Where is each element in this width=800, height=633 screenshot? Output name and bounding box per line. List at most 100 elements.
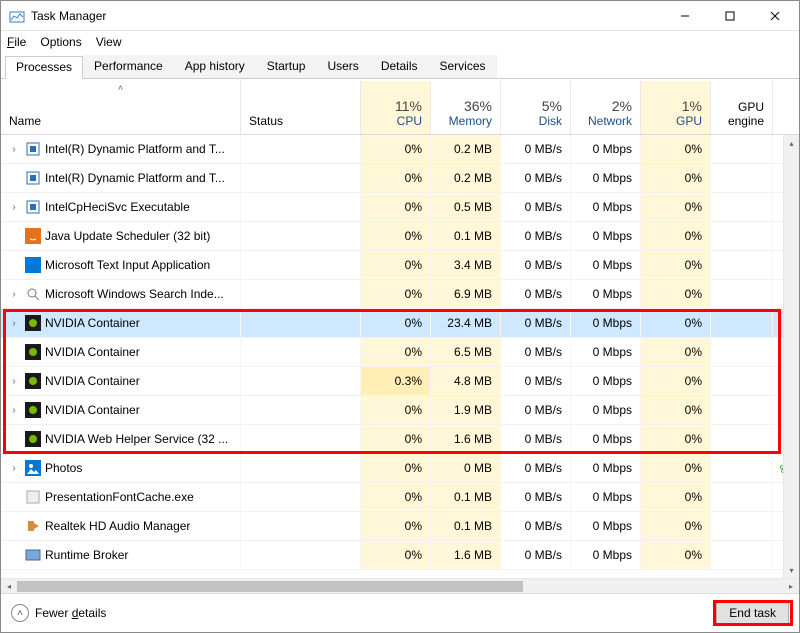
tab-details[interactable]: Details: [370, 55, 429, 78]
table-row[interactable]: Microsoft Text Input Application0%3.4 MB…: [1, 251, 799, 280]
process-name: Realtek HD Audio Manager: [45, 519, 240, 533]
process-name: PresentationFontCache.exe: [45, 490, 240, 504]
cpu-cell: 0%: [361, 512, 431, 540]
nvidia-icon: [25, 402, 41, 418]
table-row[interactable]: Runtime Broker0%1.6 MB0 MB/s0 Mbps0%: [1, 541, 799, 570]
process-name: Photos: [45, 461, 240, 475]
table-row[interactable]: PresentationFontCache.exe0%0.1 MB0 MB/s0…: [1, 483, 799, 512]
network-cell: 0 Mbps: [571, 425, 641, 453]
memory-cell: 1.6 MB: [431, 425, 501, 453]
photos-icon: [25, 460, 41, 476]
expand-icon[interactable]: ›: [7, 202, 21, 213]
close-button[interactable]: [752, 2, 797, 30]
gpu-engine-cell: [711, 135, 773, 163]
gpu-engine-cell: [711, 164, 773, 192]
status-cell: [241, 338, 361, 366]
network-cell: 0 Mbps: [571, 164, 641, 192]
process-name: NVIDIA Web Helper Service (32 ...: [45, 432, 240, 446]
expand-icon[interactable]: ›: [7, 144, 21, 155]
cpu-cell: 0%: [361, 425, 431, 453]
gpu-cell: 0%: [641, 135, 711, 163]
col-gpu-engine[interactable]: GPU engine: [711, 81, 773, 134]
memory-cell: 1.9 MB: [431, 396, 501, 424]
table-row[interactable]: ›Photos❀0%0 MB0 MB/s0 Mbps0%: [1, 454, 799, 483]
gpu-cell: 0%: [641, 251, 711, 279]
gpu-cell: 0%: [641, 222, 711, 250]
gpu-cell: 0%: [641, 280, 711, 308]
tab-performance[interactable]: Performance: [83, 55, 174, 78]
tab-services[interactable]: Services: [429, 55, 497, 78]
gpu-engine-cell: [711, 222, 773, 250]
table-row[interactable]: ›IntelCpHeciSvc Executable0%0.5 MB0 MB/s…: [1, 193, 799, 222]
cpu-cell: 0%: [361, 541, 431, 569]
col-status[interactable]: Status: [241, 81, 361, 134]
vertical-scrollbar[interactable]: ▴▾: [783, 135, 799, 578]
memory-cell: 1.6 MB: [431, 541, 501, 569]
table-row[interactable]: ›Intel(R) Dynamic Platform and T...0%0.2…: [1, 135, 799, 164]
table-row[interactable]: Java Update Scheduler (32 bit)0%0.1 MB0 …: [1, 222, 799, 251]
network-cell: 0 Mbps: [571, 280, 641, 308]
col-disk[interactable]: 5%Disk: [501, 81, 571, 134]
tab-users[interactable]: Users: [316, 55, 369, 78]
network-cell: 0 Mbps: [571, 512, 641, 540]
disk-cell: 0 MB/s: [501, 483, 571, 511]
table-row[interactable]: ›Microsoft Windows Search Inde...0%6.9 M…: [1, 280, 799, 309]
process-grid: ˄ Name Status 11%CPU 36%Memory 5%Disk 2%…: [1, 81, 799, 593]
gpu-cell: 0%: [641, 541, 711, 569]
memory-cell: 4.8 MB: [431, 367, 501, 395]
status-cell: [241, 135, 361, 163]
expand-icon[interactable]: ›: [7, 289, 21, 300]
cpu-cell: 0%: [361, 396, 431, 424]
disk-cell: 0 MB/s: [501, 367, 571, 395]
memory-cell: 0.1 MB: [431, 222, 501, 250]
cpu-cell: 0.3%: [361, 367, 431, 395]
network-cell: 0 Mbps: [571, 135, 641, 163]
status-cell: [241, 367, 361, 395]
menu-view[interactable]: View: [96, 35, 122, 49]
table-row[interactable]: ›NVIDIA Container0%23.4 MB0 MB/s0 Mbps0%: [1, 309, 799, 338]
menu-options[interactable]: Options: [40, 35, 81, 49]
disk-cell: 0 MB/s: [501, 222, 571, 250]
tab-app-history[interactable]: App history: [174, 55, 256, 78]
table-row[interactable]: Intel(R) Dynamic Platform and T...0%0.2 …: [1, 164, 799, 193]
expand-icon[interactable]: ›: [7, 318, 21, 329]
table-row[interactable]: NVIDIA Container0%6.5 MB0 MB/s0 Mbps0%: [1, 338, 799, 367]
menu-file[interactable]: File: [7, 35, 26, 49]
memory-cell: 6.9 MB: [431, 280, 501, 308]
nvidia-icon: [25, 315, 41, 331]
disk-cell: 0 MB/s: [501, 454, 571, 482]
tab-startup[interactable]: Startup: [256, 55, 317, 78]
horizontal-scrollbar[interactable]: ◂▸: [1, 578, 799, 593]
minimize-button[interactable]: [662, 2, 707, 30]
gpu-engine-cell: [711, 512, 773, 540]
expand-icon[interactable]: ›: [7, 376, 21, 387]
disk-cell: 0 MB/s: [501, 512, 571, 540]
status-cell: ❀: [241, 454, 361, 482]
gpu-cell: 0%: [641, 425, 711, 453]
process-name: Runtime Broker: [45, 548, 240, 562]
fewer-details-button[interactable]: ˄ Fewer details: [11, 604, 106, 622]
table-row[interactable]: ›NVIDIA Container0.3%4.8 MB0 MB/s0 Mbps0…: [1, 367, 799, 396]
network-cell: 0 Mbps: [571, 309, 641, 337]
col-cpu[interactable]: 11%CPU: [361, 81, 431, 134]
expand-icon[interactable]: ›: [7, 463, 21, 474]
cpu-cell: 0%: [361, 454, 431, 482]
table-row[interactable]: ›NVIDIA Container0%1.9 MB0 MB/s0 Mbps0%: [1, 396, 799, 425]
table-row[interactable]: Realtek HD Audio Manager0%0.1 MB0 MB/s0 …: [1, 512, 799, 541]
col-gpu[interactable]: 1%GPU: [641, 81, 711, 134]
table-row[interactable]: NVIDIA Web Helper Service (32 ...0%1.6 M…: [1, 425, 799, 454]
col-network[interactable]: 2%Network: [571, 81, 641, 134]
tab-processes[interactable]: Processes: [5, 56, 83, 79]
cpu-cell: 0%: [361, 483, 431, 511]
status-cell: [241, 280, 361, 308]
cpu-cell: 0%: [361, 164, 431, 192]
maximize-button[interactable]: [707, 2, 752, 30]
generic-icon: [25, 489, 41, 505]
col-memory[interactable]: 36%Memory: [431, 81, 501, 134]
gpu-cell: 0%: [641, 164, 711, 192]
process-rows[interactable]: › Intel(R) Dynamic Platform and T...0%0.2…: [1, 135, 799, 593]
col-name[interactable]: ˄ Name: [1, 81, 241, 134]
expand-icon[interactable]: ›: [7, 405, 21, 416]
end-task-button[interactable]: End task: [716, 601, 789, 625]
gpu-engine-cell: [711, 425, 773, 453]
